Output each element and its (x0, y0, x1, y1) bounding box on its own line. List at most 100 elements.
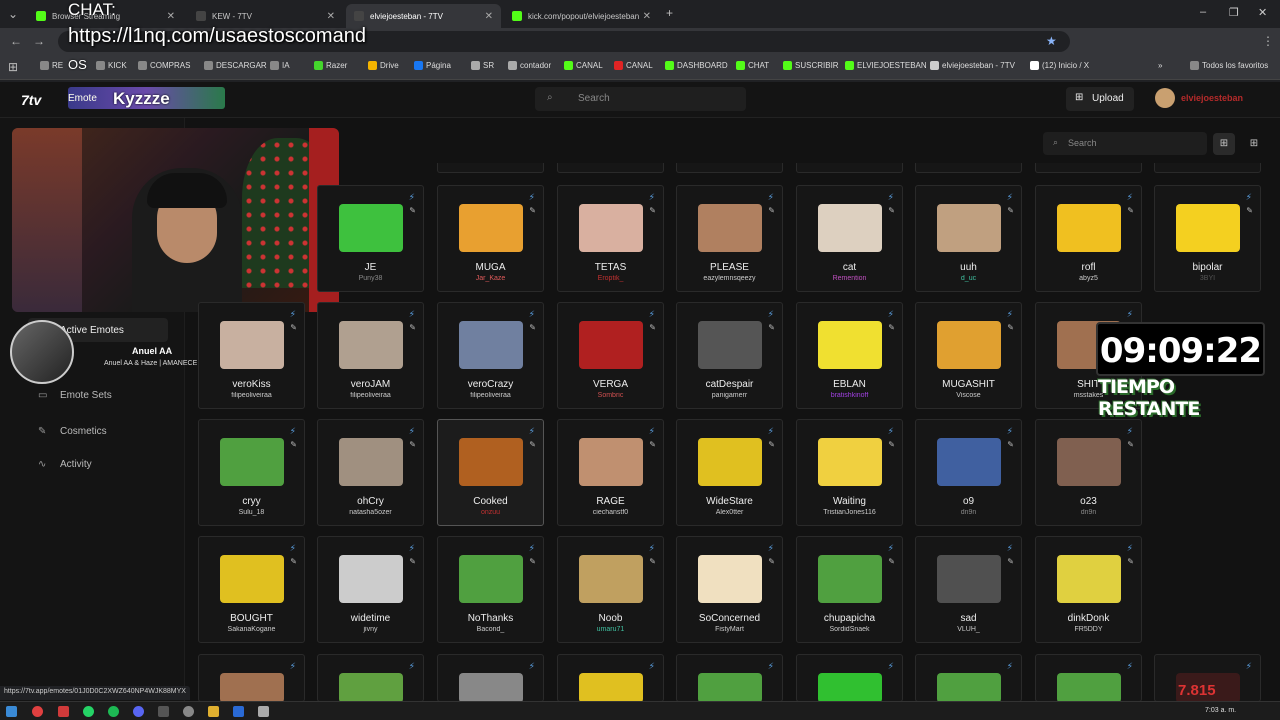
emote-card[interactable]: ⚡ ✎ o23 dn9n (1035, 419, 1142, 526)
close-tab-icon[interactable]: ✕ (643, 11, 651, 22)
lightning-icon[interactable]: ⚡ (529, 426, 535, 437)
edit-icon[interactable]: ✎ (529, 557, 536, 566)
emote-card[interactable]: ⚡ ✎ BOUGHT SakanaKogane (198, 536, 305, 643)
lightning-icon[interactable]: ⚡ (1007, 543, 1013, 554)
lightning-icon[interactable]: ⚡ (290, 543, 296, 554)
edit-icon[interactable]: ✎ (649, 440, 656, 449)
lightning-icon[interactable]: ⚡ (1127, 543, 1133, 554)
bookmark-item[interactable]: elviejoesteban - 7TV (930, 61, 1015, 70)
discord-icon[interactable] (133, 706, 144, 717)
minimize-icon[interactable]: – (1200, 6, 1206, 18)
emote-card[interactable]: ⚡ ✎ MUGA Jar_Kaze (437, 185, 544, 292)
bookmark-item[interactable]: COMPRAS (138, 61, 190, 70)
app-icon[interactable] (233, 706, 244, 717)
sidebar-item-emote-sets[interactable]: ▭ Emote Sets (28, 383, 168, 407)
lightning-icon[interactable]: ⚡ (1127, 661, 1133, 672)
bookmark-item[interactable]: CHAT (736, 61, 769, 70)
forward-icon[interactable]: → (33, 34, 45, 48)
edit-icon[interactable]: ✎ (1127, 557, 1134, 566)
windows-start-icon[interactable] (6, 706, 17, 717)
emote-card[interactable]: ⚡ ✎ Waiting TristianJones116 (796, 419, 903, 526)
emote-card[interactable]: ⚡ (437, 654, 544, 703)
edit-icon[interactable]: ✎ (529, 323, 536, 332)
edit-icon[interactable]: ✎ (888, 557, 895, 566)
emote-card[interactable]: ⚡ (317, 654, 424, 703)
whatsapp-icon[interactable] (83, 706, 94, 717)
edit-icon[interactable]: ✎ (649, 557, 656, 566)
7tv-logo[interactable]: 7tv (21, 92, 41, 108)
edit-icon[interactable]: ✎ (649, 206, 656, 215)
edit-icon[interactable]: ✎ (1246, 206, 1253, 215)
emote-card[interactable]: ⚡ ✎ dinkDonk FR5DDY (1035, 536, 1142, 643)
edit-icon[interactable]: ✎ (1127, 206, 1134, 215)
lightning-icon[interactable]: ⚡ (1007, 309, 1013, 320)
emote-card[interactable]: ⚡ (557, 654, 664, 703)
lightning-icon[interactable]: ⚡ (888, 543, 894, 554)
emote-card[interactable]: ⚡ (915, 654, 1022, 703)
lightning-icon[interactable]: ⚡ (1007, 192, 1013, 203)
small-grid-view-button[interactable]: ⊞ (1243, 133, 1265, 155)
close-tab-icon[interactable]: ✕ (327, 11, 335, 22)
bookmark-item[interactable]: RE (40, 61, 63, 70)
lightning-icon[interactable]: ⚡ (768, 661, 774, 672)
lightning-icon[interactable]: ⚡ (529, 309, 535, 320)
edit-icon[interactable]: ✎ (1007, 323, 1014, 332)
emote-card[interactable]: ⚡ ✎ JE Puny38 (317, 185, 424, 292)
close-tab-icon[interactable]: ✕ (167, 11, 175, 22)
emote-card[interactable]: ⚡ ✎ Noob umaru71 (557, 536, 664, 643)
edit-icon[interactable]: ✎ (768, 557, 775, 566)
new-tab-icon[interactable]: + (666, 6, 673, 20)
lightning-icon[interactable]: ⚡ (649, 309, 655, 320)
edit-icon[interactable]: ✎ (409, 440, 416, 449)
lightning-icon[interactable]: ⚡ (409, 309, 415, 320)
emote-card[interactable]: ⚡ (796, 654, 903, 703)
lightning-icon[interactable]: ⚡ (888, 309, 894, 320)
emote-card[interactable]: ⚡ ✎ MUGASHIT Viscose (915, 302, 1022, 409)
bookmark-item[interactable]: CANAL (614, 61, 653, 70)
lightning-icon[interactable]: ⚡ (290, 661, 296, 672)
bookmark-item[interactable]: IA (270, 61, 290, 70)
emote-card[interactable]: ⚡ ✎ PLEASE eazylemnsqeezy (676, 185, 783, 292)
bookmark-star-icon[interactable]: ★ (1046, 34, 1057, 48)
bookmark-item[interactable]: CANAL (564, 61, 603, 70)
large-grid-view-button[interactable]: ⊞ (1213, 133, 1235, 155)
bookmark-item[interactable]: Página (414, 61, 451, 70)
more-bookmarks-icon[interactable]: » (1158, 61, 1162, 70)
emote-card[interactable]: ⚡ ✎ bipolar 3BYI (1154, 185, 1261, 292)
edit-icon[interactable]: ✎ (768, 440, 775, 449)
edit-icon[interactable]: ✎ (768, 323, 775, 332)
sidebar-item-cosmetics[interactable]: ✎ Cosmetics (28, 419, 168, 443)
lightning-icon[interactable]: ⚡ (888, 661, 894, 672)
lightning-icon[interactable]: ⚡ (768, 192, 774, 203)
emote-card[interactable]: ⚡ (198, 654, 305, 703)
bookmark-item[interactable]: Razer (314, 61, 347, 70)
tab-kick-popout[interactable]: kick.com/popout/elviejoesteban ✕ (504, 4, 659, 28)
emote-card[interactable]: ⚡ ✎ VERGA Sombric (557, 302, 664, 409)
top-search-input[interactable]: ⌕ Search (535, 87, 746, 111)
lightning-icon[interactable]: ⚡ (1127, 192, 1133, 203)
edit-icon[interactable]: ✎ (290, 323, 297, 332)
emote-card[interactable]: ⚡ ✎ sad VLUH_ (915, 536, 1022, 643)
emote-card[interactable]: ⚡ ✎ catDespair panigamerr (676, 302, 783, 409)
close-window-icon[interactable]: ✕ (1258, 6, 1267, 19)
lightning-icon[interactable]: ⚡ (409, 543, 415, 554)
emote-card[interactable]: ⚡ ✎ chupapicha SordidSnaek (796, 536, 903, 643)
lightning-icon[interactable]: ⚡ (888, 192, 894, 203)
lightning-icon[interactable]: ⚡ (649, 192, 655, 203)
restore-icon[interactable]: ❐ (1229, 6, 1239, 19)
lightning-icon[interactable]: ⚡ (1127, 426, 1133, 437)
app-icon[interactable] (258, 706, 269, 717)
spotify-icon[interactable] (108, 706, 119, 717)
bookmark-item[interactable]: SR (471, 61, 494, 70)
emote-card[interactable]: ⚡ (676, 654, 783, 703)
user-menu[interactable]: elviejoesteban (1155, 88, 1243, 108)
lightning-icon[interactable]: ⚡ (409, 192, 415, 203)
lightning-icon[interactable]: ⚡ (1127, 309, 1133, 320)
lightning-icon[interactable]: ⚡ (529, 661, 535, 672)
emote-card[interactable]: ⚡ ✎ cat Remention (796, 185, 903, 292)
edit-icon[interactable]: ✎ (888, 323, 895, 332)
tab-search-icon[interactable]: ⌄ (8, 7, 18, 21)
bookmark-item[interactable]: Drive (368, 61, 399, 70)
lightning-icon[interactable]: ⚡ (290, 426, 296, 437)
lightning-icon[interactable]: ⚡ (649, 543, 655, 554)
